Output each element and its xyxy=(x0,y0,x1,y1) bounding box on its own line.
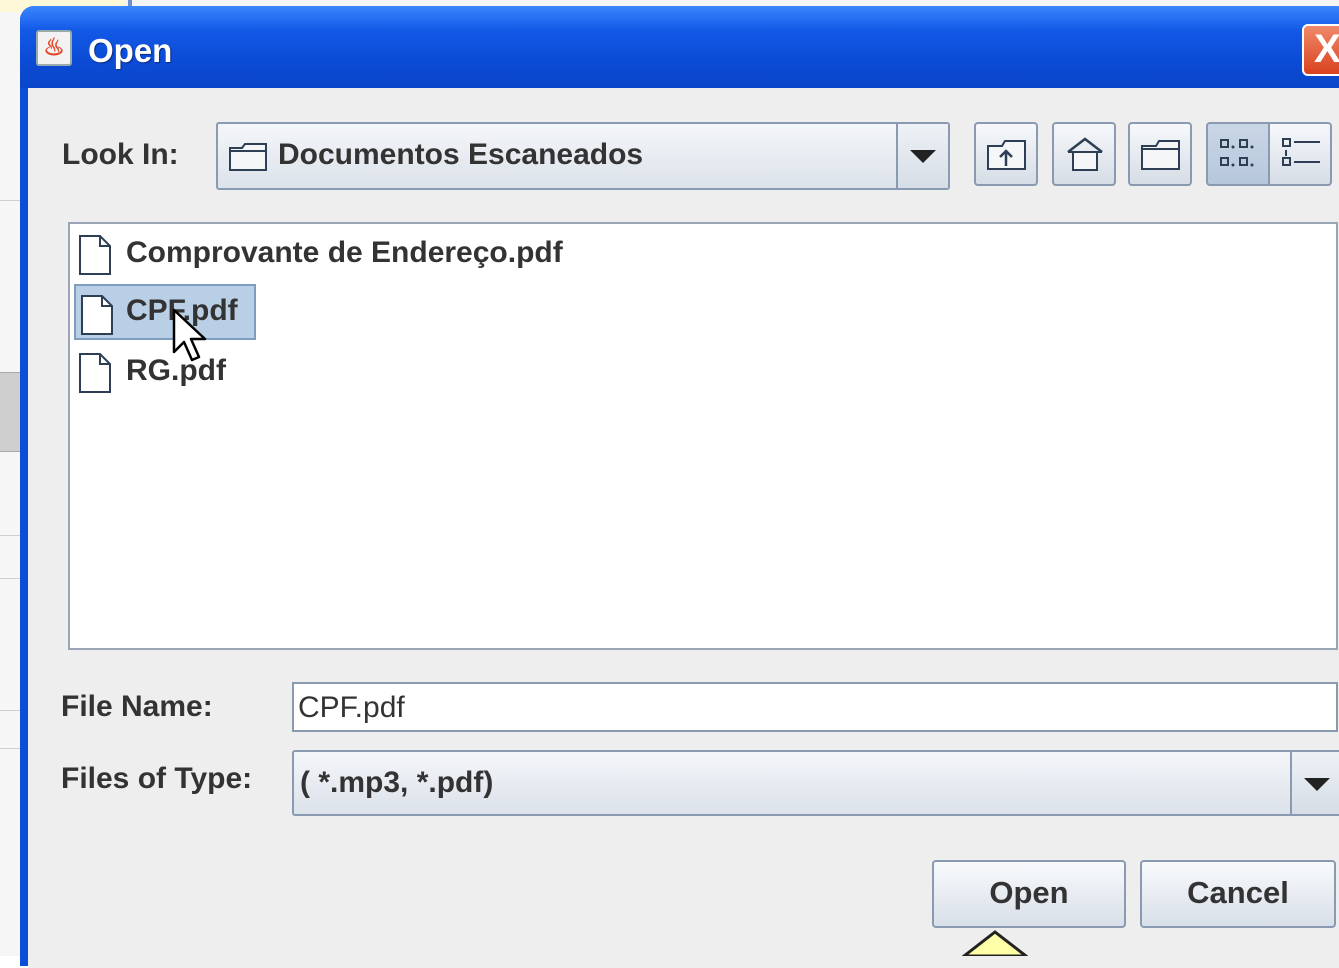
file-icon xyxy=(79,353,111,393)
file-name-label: File Name: xyxy=(61,690,213,723)
tooltip-pointer-icon xyxy=(962,930,1028,956)
dialog-title: Open xyxy=(88,32,173,69)
file-icon xyxy=(79,235,111,275)
chevron-down-icon[interactable] xyxy=(896,124,948,188)
home-button[interactable] xyxy=(1052,122,1116,186)
file-icon xyxy=(81,295,113,335)
open-dialog: ♨ Open X Look In: Documentos Escaneados xyxy=(20,6,1339,968)
file-list-item[interactable]: Comprovante de Endereço.pdf xyxy=(74,226,634,282)
background-side-tab[interactable] xyxy=(0,372,22,452)
mouse-cursor-icon xyxy=(172,308,207,362)
home-icon xyxy=(1067,137,1103,171)
folder-up-icon xyxy=(987,140,1026,170)
file-list-item-selected[interactable]: CPF.pdf xyxy=(74,284,256,340)
look-in-label: Look In: xyxy=(62,138,179,171)
new-folder-button[interactable] xyxy=(1128,122,1192,186)
background-divider xyxy=(0,200,22,201)
cancel-button[interactable]: Cancel xyxy=(1140,860,1336,928)
files-of-type-value: ( *.mp3, *.pdf) xyxy=(300,766,494,799)
background-side-panel xyxy=(0,12,22,956)
file-name-text: Comprovante de Endereço.pdf xyxy=(126,236,563,269)
look-in-combo[interactable]: Documentos Escaneados xyxy=(216,122,950,190)
folder-icon xyxy=(229,143,267,171)
background-divider xyxy=(0,710,22,711)
files-of-type-combo[interactable]: ( *.mp3, *.pdf) xyxy=(292,750,1339,816)
background-divider xyxy=(0,535,22,536)
close-button[interactable]: X xyxy=(1302,24,1339,76)
list-view-icon xyxy=(1220,139,1254,167)
dialog-content: Look In: Documentos Escaneados Comprovan… xyxy=(28,88,1339,968)
background-divider xyxy=(0,578,22,579)
java-app-icon: ♨ xyxy=(36,30,72,66)
file-name-value: CPF.pdf xyxy=(298,691,405,724)
chevron-down-icon[interactable] xyxy=(1290,752,1339,814)
look-in-value: Documentos Escaneados xyxy=(278,138,644,171)
files-of-type-label: Files of Type: xyxy=(61,762,253,795)
file-name-field[interactable]: CPF.pdf xyxy=(292,682,1338,732)
list-view-toggle[interactable] xyxy=(1206,122,1270,186)
new-folder-icon xyxy=(1141,140,1180,170)
open-button[interactable]: Open xyxy=(932,860,1126,928)
dialog-titlebar[interactable]: ♨ Open X xyxy=(20,6,1339,88)
file-list[interactable]: Comprovante de Endereço.pdf CPF.pdf RG.p… xyxy=(68,222,1338,650)
details-view-icon xyxy=(1282,138,1320,166)
background-divider xyxy=(0,748,22,749)
details-view-toggle[interactable] xyxy=(1268,122,1332,186)
up-one-level-button[interactable] xyxy=(974,122,1038,186)
